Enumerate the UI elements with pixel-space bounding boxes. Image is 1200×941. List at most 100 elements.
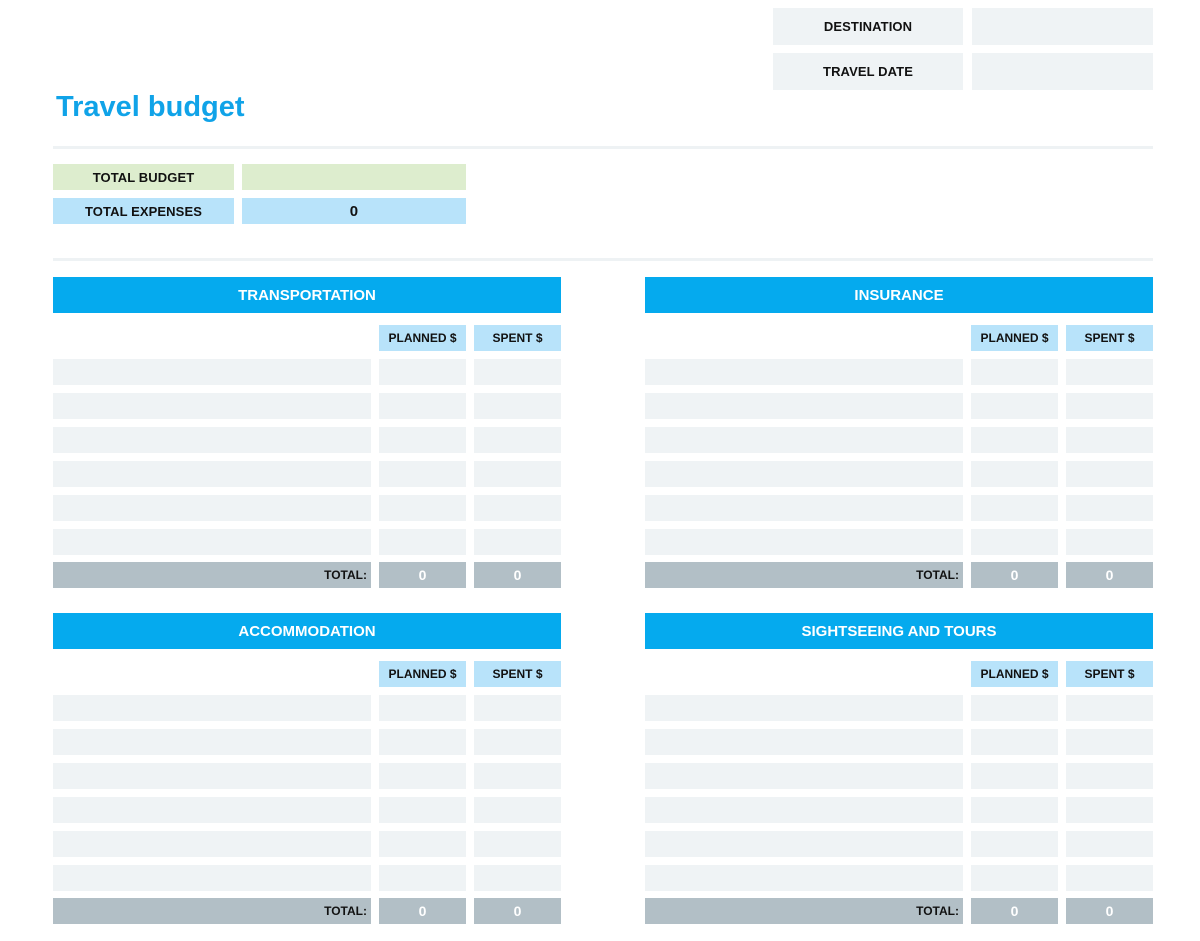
planned-input[interactable] (971, 831, 1058, 857)
planned-input[interactable] (379, 427, 466, 453)
planned-input[interactable] (379, 359, 466, 385)
item-input-cell[interactable] (53, 495, 371, 521)
spent-input-cell[interactable] (474, 461, 561, 487)
planned-input-cell[interactable] (971, 495, 1058, 521)
planned-input[interactable] (971, 729, 1058, 755)
planned-input[interactable] (379, 797, 466, 823)
planned-input-cell[interactable] (379, 763, 466, 789)
item-input-cell[interactable] (53, 865, 371, 891)
item-input[interactable] (53, 865, 371, 891)
spent-input-cell[interactable] (1066, 695, 1153, 721)
planned-input-cell[interactable] (971, 797, 1058, 823)
planned-input[interactable] (379, 495, 466, 521)
item-input-cell[interactable] (645, 763, 963, 789)
spent-input[interactable] (474, 865, 561, 891)
spent-input-cell[interactable] (474, 359, 561, 385)
spent-input[interactable] (1066, 695, 1153, 721)
planned-input-cell[interactable] (971, 729, 1058, 755)
destination-field[interactable] (972, 8, 1153, 45)
planned-input-cell[interactable] (379, 797, 466, 823)
spent-input[interactable] (1066, 865, 1153, 891)
item-input-cell[interactable] (645, 529, 963, 555)
spent-input-cell[interactable] (474, 393, 561, 419)
planned-input-cell[interactable] (379, 529, 466, 555)
item-input[interactable] (645, 695, 963, 721)
spent-input[interactable] (1066, 393, 1153, 419)
item-input-cell[interactable] (53, 695, 371, 721)
spent-input[interactable] (1066, 461, 1153, 487)
spent-input-cell[interactable] (1066, 529, 1153, 555)
item-input[interactable] (53, 529, 371, 555)
planned-input-cell[interactable] (971, 695, 1058, 721)
planned-input[interactable] (971, 393, 1058, 419)
spent-input-cell[interactable] (1066, 359, 1153, 385)
spent-input[interactable] (474, 729, 561, 755)
planned-input[interactable] (971, 495, 1058, 521)
spent-input-cell[interactable] (1066, 393, 1153, 419)
planned-input[interactable] (379, 865, 466, 891)
spent-input[interactable] (1066, 763, 1153, 789)
item-input-cell[interactable] (645, 393, 963, 419)
planned-input-cell[interactable] (379, 359, 466, 385)
planned-input[interactable] (379, 393, 466, 419)
item-input-cell[interactable] (53, 393, 371, 419)
spent-input[interactable] (474, 359, 561, 385)
spent-input-cell[interactable] (1066, 763, 1153, 789)
planned-input-cell[interactable] (971, 529, 1058, 555)
planned-input-cell[interactable] (971, 865, 1058, 891)
item-input[interactable] (645, 797, 963, 823)
planned-input[interactable] (379, 695, 466, 721)
item-input-cell[interactable] (53, 831, 371, 857)
spent-input[interactable] (474, 763, 561, 789)
planned-input[interactable] (971, 865, 1058, 891)
spent-input[interactable] (1066, 427, 1153, 453)
planned-input-cell[interactable] (379, 427, 466, 453)
item-input-cell[interactable] (53, 461, 371, 487)
item-input[interactable] (53, 359, 371, 385)
spent-input-cell[interactable] (1066, 495, 1153, 521)
planned-input[interactable] (379, 729, 466, 755)
planned-input-cell[interactable] (379, 695, 466, 721)
planned-input-cell[interactable] (971, 461, 1058, 487)
spent-input[interactable] (1066, 797, 1153, 823)
spent-input[interactable] (474, 495, 561, 521)
item-input[interactable] (645, 729, 963, 755)
item-input[interactable] (645, 495, 963, 521)
planned-input-cell[interactable] (971, 831, 1058, 857)
planned-input-cell[interactable] (379, 461, 466, 487)
spent-input-cell[interactable] (1066, 427, 1153, 453)
spent-input-cell[interactable] (474, 831, 561, 857)
planned-input-cell[interactable] (971, 763, 1058, 789)
spent-input[interactable] (1066, 831, 1153, 857)
spent-input[interactable] (474, 393, 561, 419)
planned-input[interactable] (971, 427, 1058, 453)
travel-date-field[interactable] (972, 53, 1153, 90)
item-input[interactable] (645, 461, 963, 487)
item-input-cell[interactable] (645, 427, 963, 453)
spent-input[interactable] (1066, 359, 1153, 385)
planned-input[interactable] (971, 797, 1058, 823)
spent-input-cell[interactable] (474, 529, 561, 555)
planned-input[interactable] (379, 461, 466, 487)
spent-input-cell[interactable] (1066, 729, 1153, 755)
planned-input[interactable] (379, 763, 466, 789)
item-input-cell[interactable] (645, 729, 963, 755)
item-input-cell[interactable] (53, 427, 371, 453)
item-input[interactable] (53, 427, 371, 453)
spent-input[interactable] (1066, 495, 1153, 521)
spent-input-cell[interactable] (474, 495, 561, 521)
spent-input-cell[interactable] (474, 763, 561, 789)
planned-input-cell[interactable] (379, 495, 466, 521)
item-input[interactable] (53, 797, 371, 823)
item-input-cell[interactable] (53, 529, 371, 555)
item-input[interactable] (53, 763, 371, 789)
spent-input-cell[interactable] (474, 427, 561, 453)
spent-input-cell[interactable] (1066, 831, 1153, 857)
spent-input-cell[interactable] (474, 695, 561, 721)
planned-input[interactable] (971, 763, 1058, 789)
item-input-cell[interactable] (645, 359, 963, 385)
item-input[interactable] (645, 529, 963, 555)
item-input[interactable] (645, 393, 963, 419)
planned-input[interactable] (379, 529, 466, 555)
item-input[interactable] (645, 359, 963, 385)
